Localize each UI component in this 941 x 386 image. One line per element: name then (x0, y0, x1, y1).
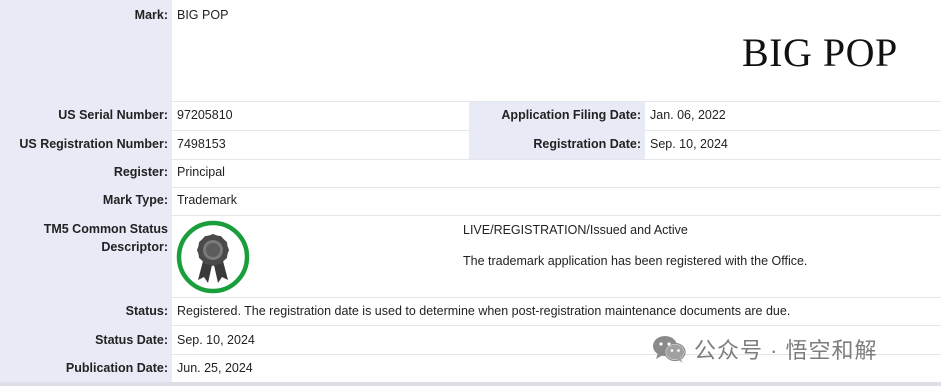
registration-number-label: US Registration Number: (19, 137, 168, 151)
tm5-label-line2: Descriptor: (101, 240, 168, 254)
mark-value: BIG POP (177, 8, 229, 22)
tm5-descriptor-label: TM5 Common Status Descriptor: (0, 220, 168, 256)
row-divider (172, 159, 941, 160)
registration-number-value: 7498153 (177, 137, 226, 151)
tm5-status-text: LIVE/REGISTRATION/Issued and Active (463, 223, 688, 237)
mark-type-value: Trademark (177, 193, 237, 207)
publication-date-label: Publication Date: (65, 361, 168, 375)
serial-number-label: US Serial Number: (58, 108, 168, 122)
row-divider (172, 215, 941, 216)
status-date-label: Status Date: (95, 333, 168, 347)
mark-type-label: Mark Type: (102, 193, 168, 207)
register-value: Principal (177, 165, 225, 179)
registration-date-value: Sep. 10, 2024 (650, 137, 728, 151)
publication-date-value: Jun. 25, 2024 (177, 361, 253, 375)
registered-ribbon-icon (176, 220, 250, 294)
row-divider (172, 297, 941, 298)
wechat-icon (653, 336, 686, 363)
status-label: Status: (125, 304, 168, 318)
mark-label: Mark: (134, 8, 168, 22)
tm5-label-line1: TM5 Common Status (43, 222, 168, 236)
watermark-text: 公众号 · 悟空和解 (694, 338, 878, 363)
status-date-value: Sep. 10, 2024 (177, 333, 255, 347)
filing-date-label: Application Filing Date: (501, 108, 641, 122)
row-divider (172, 187, 941, 188)
status-value: Registered. The registration date is use… (177, 304, 791, 318)
serial-number-value: 97205810 (177, 108, 233, 122)
mark-image: BIG POP (742, 30, 898, 75)
bottom-edge (0, 382, 941, 386)
register-label: Register: (113, 165, 168, 179)
watermark: 公众号 · 悟空和解 (652, 334, 878, 364)
filing-date-value: Jan. 06, 2022 (650, 108, 726, 122)
tm5-description: The trademark application has been regis… (463, 254, 808, 268)
registration-date-label: Registration Date: (533, 137, 641, 151)
row-divider (172, 325, 941, 326)
